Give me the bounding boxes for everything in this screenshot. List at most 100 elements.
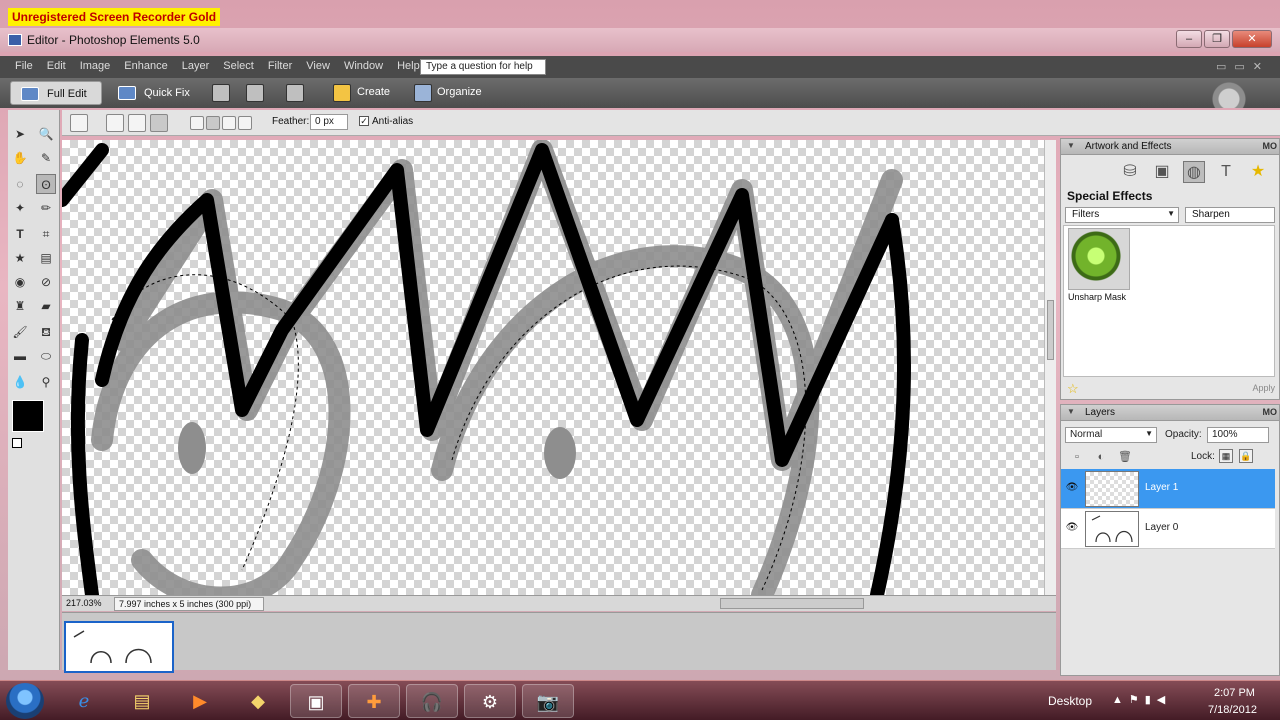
menu-window[interactable]: Window	[337, 60, 390, 72]
menu-image[interactable]: Image	[73, 60, 118, 72]
lock-all-icon[interactable]: 🔒	[1239, 449, 1253, 463]
antialias-checkbox[interactable]: ✓	[359, 116, 369, 126]
eye-icon[interactable]: 👁	[1065, 481, 1079, 495]
close-button[interactable]: ✕	[1232, 30, 1272, 48]
layers-more-button[interactable]: MO	[1263, 407, 1278, 417]
tab-full-edit[interactable]: Full Edit	[10, 81, 102, 105]
backgrounds-icon[interactable]: ⛁	[1119, 161, 1141, 183]
menu-view[interactable]: View	[299, 60, 337, 72]
photoshop-elements-task[interactable]: ▣	[290, 684, 342, 718]
screen-recorder-task[interactable]: 📷	[522, 684, 574, 718]
artwork-effects-more-button[interactable]: MO	[1263, 141, 1278, 151]
blend-mode-select[interactable]: Normal ▼	[1065, 427, 1157, 443]
desktop-toolbar[interactable]: Desktop	[1048, 694, 1092, 708]
system-tray-icons[interactable]: ▲⚑▮◀	[1112, 693, 1171, 706]
film-app-task[interactable]: ⚙	[464, 684, 516, 718]
menu-select[interactable]: Select	[216, 60, 261, 72]
brush-tool-icon[interactable]: 🖌	[10, 322, 30, 342]
vertical-scroll-thumb[interactable]	[1047, 300, 1054, 360]
media-player-icon[interactable]: ▶	[174, 684, 226, 718]
paint-bucket-tool-icon[interactable]: ⛾	[36, 322, 56, 342]
menu-filter[interactable]: Filter	[261, 60, 299, 72]
minimize-button[interactable]: ‒	[1176, 30, 1202, 48]
layers-header[interactable]: Layers MO	[1061, 405, 1279, 421]
add-favorite-icon[interactable]: ☆	[1067, 381, 1079, 397]
straighten-tool-icon[interactable]: ▤	[36, 248, 56, 268]
intersect-selection-icon[interactable]	[238, 116, 252, 130]
cookie-cutter-tool-icon[interactable]: ★	[10, 248, 30, 268]
document-canvas[interactable]	[62, 140, 1044, 595]
add-selection-icon[interactable]	[206, 116, 220, 130]
layer-row-0[interactable]: 👁 Layer 0	[1061, 509, 1275, 549]
horizontal-scroll-thumb[interactable]	[720, 598, 864, 609]
new-layer-icon[interactable]: ▫	[1069, 449, 1085, 465]
tab-quick-fix[interactable]: Quick Fix	[108, 81, 194, 105]
unsharp-mask-thumbnail[interactable]	[1068, 228, 1130, 290]
red-eye-tool-icon[interactable]: ◉	[10, 272, 30, 292]
healing-brush-tool-icon[interactable]: ⊘	[36, 272, 56, 292]
effects-subcategory-select[interactable]: Sharpen	[1185, 207, 1275, 223]
effects-category-select[interactable]: Filters ▼	[1065, 207, 1179, 223]
type-tool-icon[interactable]: T	[10, 224, 30, 244]
delete-layer-icon[interactable]: 🗑	[1117, 449, 1133, 465]
apply-button[interactable]: Apply	[1252, 383, 1275, 393]
menu-file[interactable]: File	[8, 60, 40, 72]
magnetic-lasso-icon[interactable]	[150, 114, 168, 132]
eyedropper-tool-icon[interactable]: ✎	[36, 148, 56, 168]
adjustment-layer-icon[interactable]: ◐	[1093, 449, 1109, 465]
clone-stamp-tool-icon[interactable]: ♜	[10, 296, 30, 316]
eye-icon[interactable]: 👁	[1065, 521, 1079, 535]
help-search-input[interactable]: Type a question for help	[420, 59, 546, 75]
document-window-controls[interactable]: ▭▭✕	[1216, 60, 1270, 73]
sponge-tool-icon[interactable]: ⚲	[36, 372, 56, 392]
shape-tool-icon[interactable]: ⬭	[36, 346, 56, 366]
file-explorer-icon[interactable]: ▤	[116, 684, 168, 718]
menu-edit[interactable]: Edit	[40, 60, 73, 72]
start-button[interactable]	[6, 683, 44, 719]
opacity-input[interactable]: 100%	[1207, 427, 1269, 443]
menu-enhance[interactable]: Enhance	[117, 60, 174, 72]
zoom-tool-icon[interactable]: 🔍	[36, 124, 56, 144]
share-icon[interactable]	[246, 84, 264, 102]
move-tool-icon[interactable]: ➤	[10, 124, 30, 144]
default-colors-icon[interactable]	[12, 438, 22, 448]
subtract-selection-icon[interactable]	[222, 116, 236, 130]
selection-brush-tool-icon[interactable]: ✏	[36, 198, 56, 218]
crop-tool-icon[interactable]: ⌗	[36, 224, 56, 244]
lasso-preset-icon[interactable]	[70, 114, 88, 132]
polygonal-lasso-icon[interactable]	[128, 114, 146, 132]
maximize-button[interactable]: ❐	[1204, 30, 1230, 48]
internet-explorer-icon[interactable]: ℯ	[58, 684, 110, 718]
foreground-color-swatch[interactable]	[12, 400, 44, 432]
lasso-tool-icon[interactable]	[106, 114, 124, 132]
save-web-icon[interactable]	[286, 84, 304, 102]
audio-app-task[interactable]: 🎧	[406, 684, 458, 718]
menu-layer[interactable]: Layer	[175, 60, 217, 72]
lock-transparency-icon[interactable]: ▦	[1219, 449, 1233, 463]
photo-bin-thumbnail[interactable]	[64, 621, 174, 673]
eraser-tool-icon[interactable]: ▰	[36, 296, 56, 316]
gradient-tool-icon[interactable]: ▬	[10, 346, 30, 366]
hand-tool-icon[interactable]: ✋	[10, 148, 30, 168]
document-size-info[interactable]: 7.997 inches x 5 inches (300 ppi)	[114, 597, 264, 611]
create-button[interactable]: Create	[357, 86, 390, 98]
lasso-tool-selected-icon[interactable]: ʘ	[36, 174, 56, 194]
favorites-icon[interactable]: ★	[1247, 161, 1269, 183]
marquee-tool-icon[interactable]: ◌	[10, 174, 30, 194]
canvas-vertical-scrollbar[interactable]	[1044, 140, 1056, 595]
organize-button[interactable]: Organize	[437, 86, 482, 98]
blur-tool-icon[interactable]: 💧	[10, 372, 30, 392]
artwork-effects-header[interactable]: Artwork and Effects MO	[1061, 139, 1279, 155]
organizer-task[interactable]: ✚	[348, 684, 400, 718]
text-effects-icon[interactable]: T	[1215, 161, 1237, 183]
layer-row-1[interactable]: 👁 Layer 1	[1061, 469, 1275, 509]
frames-icon[interactable]: ▣	[1151, 161, 1173, 183]
special-effects-icon[interactable]: ◍	[1183, 161, 1205, 183]
magic-wand-tool-icon[interactable]: ✦	[10, 198, 30, 218]
folder-icon[interactable]: ◆	[232, 684, 284, 718]
clock-date[interactable]: 7/18/2012	[1208, 704, 1257, 716]
new-selection-icon[interactable]	[190, 116, 204, 130]
clock-time[interactable]: 2:07 PM	[1214, 687, 1255, 699]
print-icon[interactable]	[212, 84, 230, 102]
feather-input[interactable]: 0 px	[310, 114, 348, 130]
